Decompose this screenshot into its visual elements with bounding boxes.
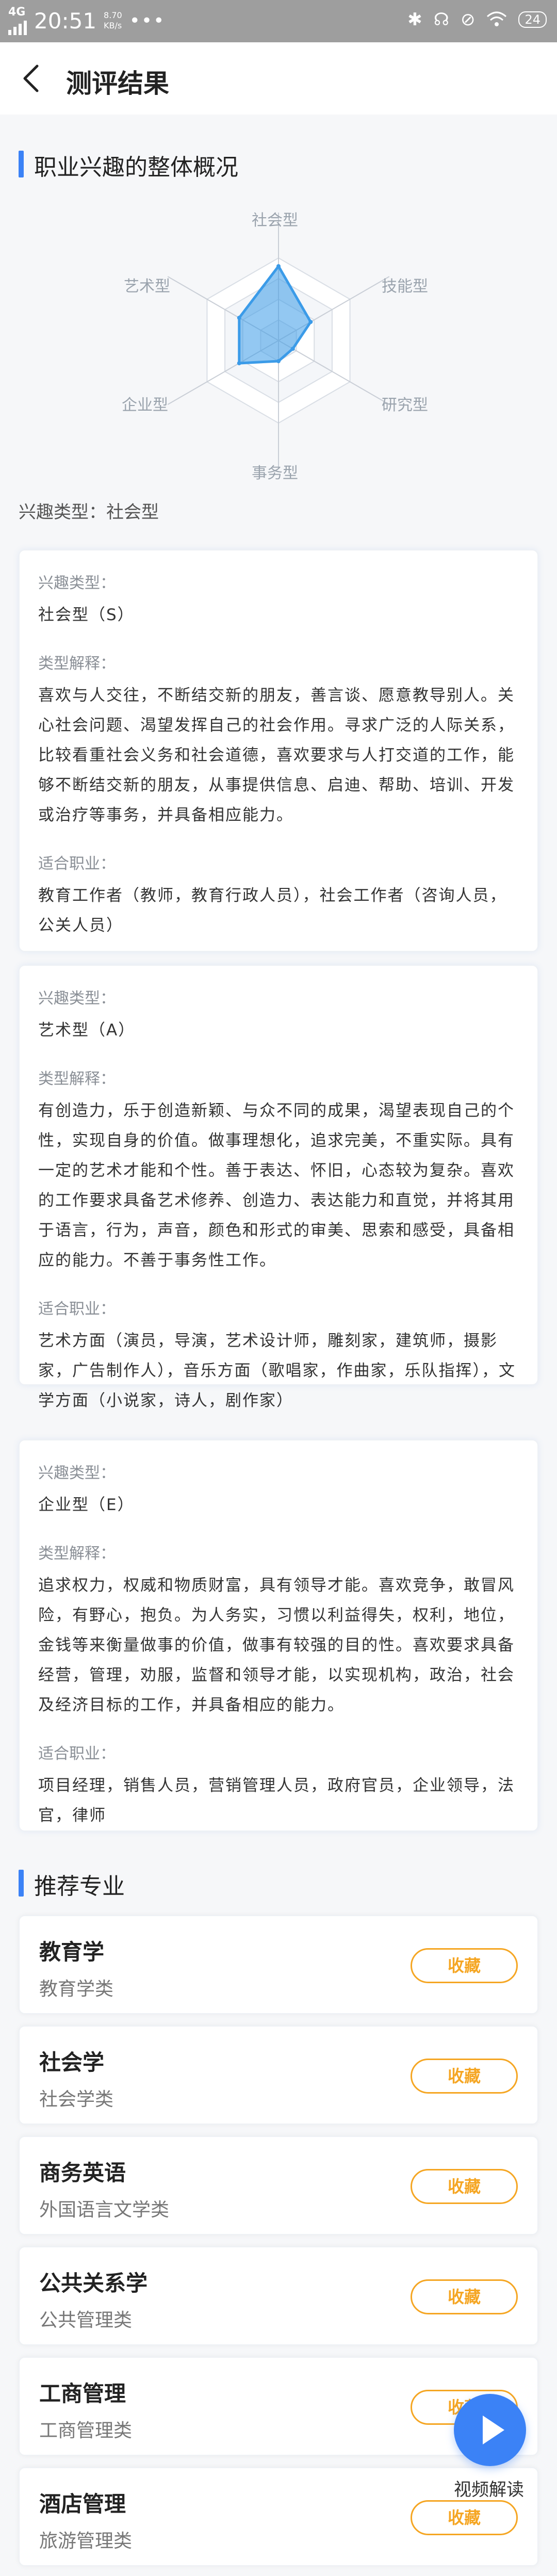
radar-data-point [276,264,281,268]
overview-section-title: 职业兴趣的整体概况 [19,149,238,182]
explain-text: 喜欢与人交往，不断结交新的朋友，善言谈、愿意教导别人。关心社会问题、渴望发挥自己… [38,686,515,824]
radar-label-research: 研究型 [382,396,428,414]
major-card[interactable]: 公共关系学 公共管理类 收藏 [19,2246,538,2345]
radar-chart-svg [167,213,390,468]
jobs-label: 适合职业： [38,1300,116,1318]
jobs-text: 艺术方面（演员，导演，艺术设计师，雕刻家，建筑师，摄影家，广告制作人），音乐方面… [38,1332,516,1410]
major-category: 外国语言文学类 [39,2199,170,2221]
interest-card-social: 兴趣类型： 社会型（S） 类型解释： 喜欢与人交往，不断结交新的朋友，善言谈、愿… [19,549,538,952]
network-indicator: 4G [8,6,27,35]
major-name: 社会学 [39,2050,105,2075]
favorite-button[interactable]: 收藏 [411,1948,518,1983]
major-card[interactable]: 社会学 社会学类 收藏 [19,2026,538,2125]
signal-icon [8,19,27,35]
headphone-icon: ☊ [433,9,449,30]
video-play-button[interactable] [454,2394,526,2466]
radar-label-affairs: 事务型 [252,464,298,482]
network-speed: 8.70 KB/s [104,10,122,30]
major-name: 商务英语 [39,2160,126,2185]
major-name: 公共关系学 [39,2271,148,2296]
explain-label: 类型解释： [38,655,116,673]
radar-data-point [308,320,313,324]
interest-type-summary: 兴趣类型：社会型 [19,502,159,523]
radar-data-point [237,316,241,320]
radar-label-enterprise: 企业型 [122,396,168,414]
radar-data-point [290,347,295,351]
vibrate-off-icon: ⊘ [460,9,476,30]
radar-data-point [276,359,281,363]
type-value: 社会型（S） [38,606,135,624]
explain-label: 类型解释： [38,1545,116,1563]
network-type: 4G [8,6,26,19]
interest-card-art: 兴趣类型： 艺术型（A） 类型解释： 有创造力，乐于创造新颖、与众不同的成果，渴… [19,965,538,1410]
wifi-icon [487,11,507,26]
radar-label-social: 社会型 [252,212,298,230]
type-value: 企业型（E） [38,1496,135,1514]
jobs-label: 适合职业： [38,1745,116,1763]
jobs-text: 教育工作者（教师，教育行政人员），社会工作者（咨询人员，公关人员） [38,886,507,935]
major-name: 工商管理 [39,2381,126,2406]
major-card[interactable]: 教育学 教育学类 收藏 [19,1915,538,2014]
video-explain-label[interactable]: 视频解读 [454,2475,547,2501]
back-arrow-icon[interactable] [19,64,44,93]
page-title: 测评结果 [66,69,169,99]
bluetooth-icon: ✱ [407,9,422,30]
major-name: 教育学 [39,1939,105,1965]
battery-icon: 24 [518,11,547,28]
major-card[interactable]: 商务英语 外国语言文学类 收藏 [19,2136,538,2235]
jobs-text: 项目经理，销售人员，营销管理人员，政府官员，企业领导，法官，律师 [38,1776,515,1825]
jobs-label: 适合职业： [38,855,116,873]
type-label: 兴趣类型： [38,990,116,1008]
status-bar: 4G 20:51 8.70 KB/s ••• ✱ ☊ ⊘ 24 [0,0,557,42]
favorite-button[interactable]: 收藏 [411,2279,518,2314]
play-icon [483,2416,504,2444]
major-category: 公共管理类 [39,2310,133,2331]
favorite-button[interactable]: 收藏 [411,2500,518,2535]
radar-data-point [237,361,241,365]
explain-text: 有创造力，乐于创造新颖、与众不同的成果，渴望表现自己的个性，实现自身的价值。做事… [38,1101,515,1270]
status-time: 20:51 [34,8,97,34]
interest-card-enterprise: 兴趣类型： 企业型（E） 类型解释： 追求权力，权威和物质财富，具有领导才能。喜… [19,1439,538,1832]
radar-label-art: 艺术型 [124,278,170,296]
major-name: 酒店管理 [39,2491,126,2517]
more-notifications-icon: ••• [129,10,166,31]
major-category: 社会学类 [39,2089,114,2110]
radar-label-skill: 技能型 [382,278,428,296]
major-category: 工商管理类 [39,2420,133,2441]
app-header: 测评结果 [0,42,557,115]
type-value: 艺术型（A） [38,1021,136,1040]
explain-label: 类型解释： [38,1070,116,1088]
major-category: 旅游管理类 [39,2531,133,2552]
radar-chart: 社会型 技能型 研究型 事务型 企业型 艺术型 [0,196,557,495]
type-label: 兴趣类型： [38,1464,116,1482]
favorite-button[interactable]: 收藏 [411,2059,518,2094]
major-category: 教育学类 [39,1979,114,2000]
type-label: 兴趣类型： [38,574,116,592]
favorite-button[interactable]: 收藏 [411,2169,518,2204]
battery-level: 24 [525,12,540,27]
explain-text: 追求权力，权威和物质财富，具有领导才能。喜欢竞争，敢冒风险，有野心，抱负。为人务… [38,1576,515,1714]
recommend-section-title: 推荐专业 [19,1868,125,1901]
